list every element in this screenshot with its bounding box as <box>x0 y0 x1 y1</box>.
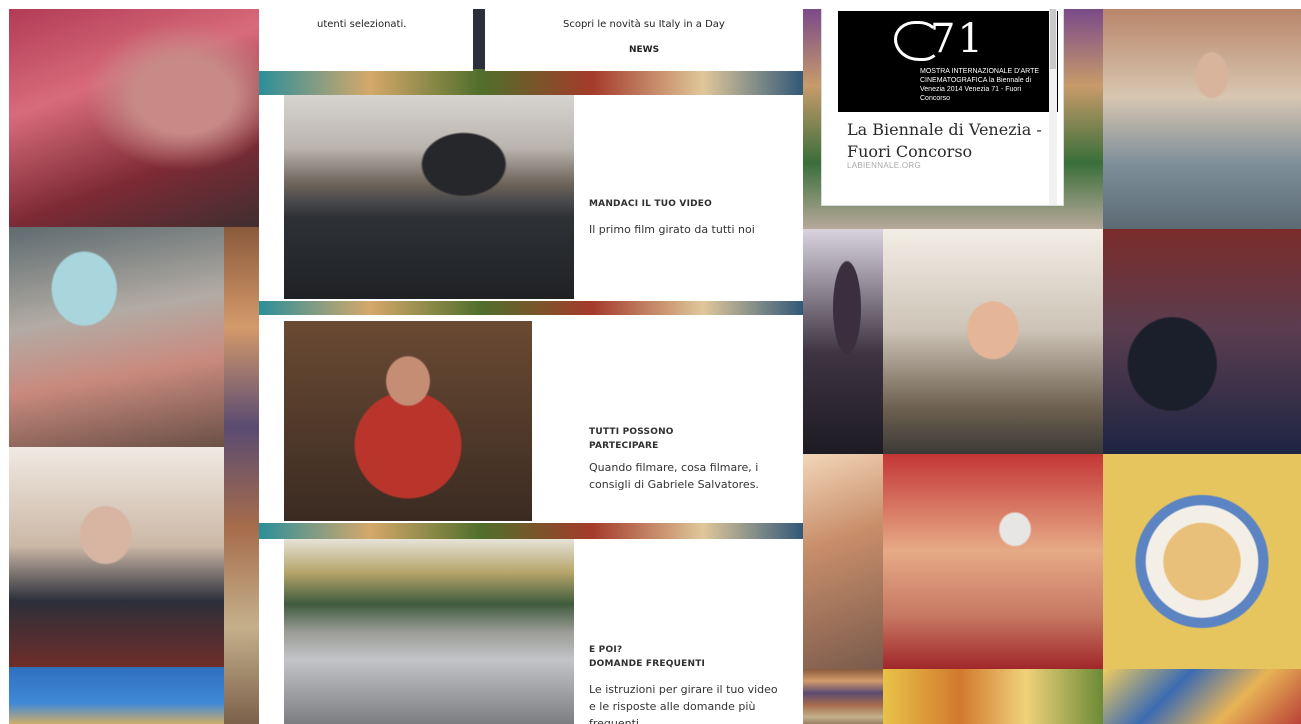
pasta-plate-photo-tile <box>1103 454 1301 669</box>
santa-child-photo-tile <box>883 454 1103 669</box>
feature-photo-port <box>284 539 574 724</box>
feature-desc-participate: Quando filmare, cosa filmare, i consigli… <box>589 461 759 492</box>
feature-photo-sea <box>284 95 574 299</box>
graduation-photo-tile <box>1103 229 1301 454</box>
feature-title-faq-1: E POI? <box>589 645 623 655</box>
blur-photo-tile <box>803 454 883 669</box>
feature-title-video: MANDACI IL TUO VIDEO <box>589 199 713 209</box>
photo-mosaic-background: utenti selezionati. Scopri le novità su … <box>9 9 1301 724</box>
top-right-card[interactable]: Scopri le novità su Italy in a Day NEWS <box>485 9 803 71</box>
boat-photo-tile <box>9 667 224 724</box>
venice-biennale-card[interactable]: 71 MOSTRA INTERNAZIONALE D'ARTE CINEMATO… <box>822 9 1063 205</box>
tile-pattern-photo-tile <box>1103 669 1301 724</box>
venice-card-scroll-thumb[interactable] <box>1050 9 1056 69</box>
woman-portrait-photo-tile <box>9 447 224 667</box>
feature-panel-participate[interactable]: TUTTI POSSONO PARTECIPARE Quando filmare… <box>259 315 803 523</box>
flowers-photo-tile <box>883 669 1103 724</box>
feature-title-faq-2: DOMANDE FREQUENTI <box>589 659 706 669</box>
feature-desc-faq: Le istruzioni per girare il tuo video e … <box>589 683 778 724</box>
biennale-logo-subtitle: MOSTRA INTERNAZIONALE D'ARTE CINEMATOGRA… <box>920 68 1040 103</box>
fabric-photo-tile <box>9 9 259 227</box>
bottom-strip-photo-tile <box>803 669 883 724</box>
news-card-text: Scopri le novità su Italy in a Day <box>563 19 725 30</box>
feature-desc-video: Il primo film girato da tutti noi <box>589 223 755 236</box>
girl-eating-photo-tile <box>883 229 1103 454</box>
news-link[interactable]: NEWS <box>629 45 659 55</box>
feature-title-participate: TUTTI POSSONO PARTECIPARE <box>589 427 674 452</box>
boy-bike-photo-tile <box>1103 9 1301 229</box>
black-dog-photo-tile <box>803 229 883 454</box>
feature-panel-video[interactable]: MANDACI IL TUO VIDEO Il primo film girat… <box>259 95 803 301</box>
left-strip-photo-tile <box>224 227 259 724</box>
top-left-card[interactable]: utenti selezionati. <box>259 9 473 71</box>
top-left-card-text: utenti selezionati. <box>317 19 407 30</box>
feature-photo-man <box>284 321 532 521</box>
venice-source: LABIENNALE.ORG <box>847 161 922 170</box>
biennale-logo-number: 71 <box>930 16 985 62</box>
feature-panel-faq[interactable]: E POI? DOMANDE FREQUENTI Le istruzioni p… <box>259 539 803 724</box>
venice-headline[interactable]: La Biennale di Venezia - Fuori Concorso <box>847 119 1052 162</box>
fish-market-photo-tile <box>9 227 224 447</box>
biennale-logo: 71 MOSTRA INTERNAZIONALE D'ARTE CINEMATO… <box>838 11 1058 112</box>
mid-strip-photo-tile-2 <box>259 521 814 539</box>
